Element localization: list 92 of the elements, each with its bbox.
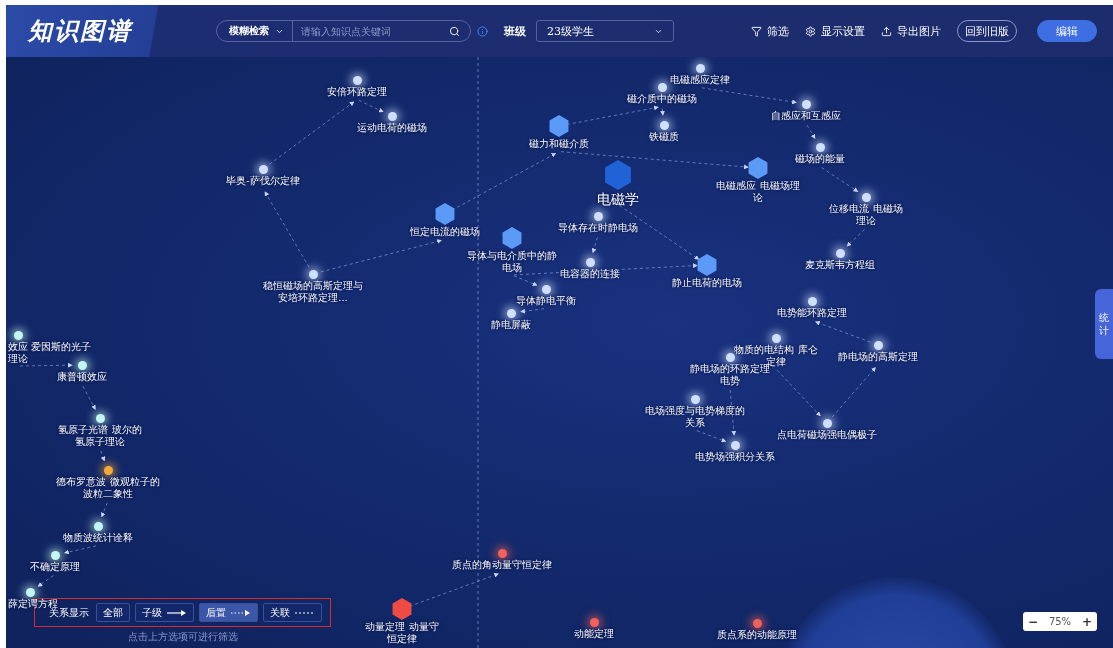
node-dot-icon[interactable]: [95, 413, 105, 423]
node-label: 自感应和互感应: [770, 110, 842, 122]
node-dot-icon[interactable]: [725, 352, 735, 362]
node-label: 铁磁质: [648, 131, 680, 143]
node-dot-icon[interactable]: [801, 99, 811, 109]
settings-icon: [805, 25, 816, 37]
zoom-level: 75%: [1048, 616, 1072, 627]
node-label: 质点的角动量守恒定律: [451, 559, 553, 571]
node-dot-icon[interactable]: [585, 257, 595, 267]
node-dot-icon[interactable]: [835, 248, 845, 258]
node-label: 物质波统计诠释: [62, 532, 134, 544]
statistics-tab[interactable]: 统计: [1095, 289, 1113, 359]
settings-button[interactable]: 显示设置: [805, 23, 865, 39]
node-label: 电磁感应定律: [669, 74, 731, 86]
node-label: 静电场的高斯定理: [837, 351, 919, 363]
node-label: 导体静电平衡: [515, 295, 577, 307]
node-label: 动能定理: [573, 628, 615, 640]
node-dot-icon[interactable]: [25, 587, 35, 597]
node-label: 毕奥-萨伐尔定律: [225, 175, 301, 187]
node-label: 动量定理 动量守恒定律: [364, 621, 440, 644]
upload-icon: [881, 25, 892, 37]
node-dot-icon[interactable]: [771, 333, 781, 343]
node-label: 电容器的连接: [559, 268, 621, 280]
node-label: 电场强度与电势梯度的关系: [644, 405, 746, 428]
node-dot-icon[interactable]: [258, 164, 268, 174]
node-label: 麦克斯韦方程组: [804, 259, 876, 271]
node-dot-icon[interactable]: [13, 330, 23, 340]
relation-option[interactable]: 子级: [135, 603, 194, 622]
node-dot-icon[interactable]: [506, 308, 516, 318]
filter-button[interactable]: 筛选: [751, 23, 789, 39]
node-dot-icon[interactable]: [497, 548, 507, 558]
node-dot-icon[interactable]: [822, 418, 832, 428]
node-label: 德布罗意波 微观粒子的波粒二象性: [56, 476, 160, 499]
node-dot-icon[interactable]: [589, 617, 599, 627]
node-label: 安倍环路定理: [326, 86, 388, 98]
node-dot-icon[interactable]: [657, 82, 667, 92]
node-label: 位移电流 电磁场理论: [828, 203, 904, 226]
node-label: 磁力和磁介质: [528, 138, 590, 150]
node-dot-icon[interactable]: [815, 142, 825, 152]
node-dot-icon[interactable]: [50, 550, 60, 560]
node-label: 康普顿效应: [56, 371, 108, 383]
node-label: 稳恒磁场的高斯定理与安培环路定理...: [262, 280, 364, 303]
relation-option[interactable]: 后置: [199, 603, 258, 622]
node-dot-icon[interactable]: [77, 360, 87, 370]
node-dot-icon[interactable]: [752, 618, 762, 628]
class-label: 班级: [504, 23, 526, 39]
search-icon[interactable]: [449, 25, 460, 37]
filter-hint: 点击上方选项可进行筛选: [126, 630, 239, 644]
node-label: 静电屏蔽: [490, 319, 532, 331]
node-dot-icon[interactable]: [690, 394, 700, 404]
node-dot-icon[interactable]: [103, 465, 113, 475]
node-dot-icon[interactable]: [93, 521, 103, 531]
relation-label: 关系显示: [49, 606, 89, 620]
solid-arrow-icon: [167, 608, 187, 617]
node-label: 电势能环路定理: [776, 307, 848, 319]
node-dot-icon[interactable]: [730, 440, 740, 450]
node-label: 静止电荷的电场: [671, 277, 743, 289]
node-label: 磁场的能量: [794, 153, 846, 165]
relation-option[interactable]: 关联: [263, 603, 322, 622]
node-dot-icon[interactable]: [541, 284, 551, 294]
node-dot-icon[interactable]: [387, 111, 397, 121]
node-dot-icon[interactable]: [352, 75, 362, 85]
node-label: 点电荷磁场强电偶极子: [776, 429, 878, 441]
zoom-in-button[interactable]: +: [1081, 614, 1092, 629]
node-dot-icon[interactable]: [593, 211, 603, 221]
node-dot-icon[interactable]: [807, 296, 817, 306]
info-icon[interactable]: [477, 25, 488, 37]
node-label: 运动电荷的磁场: [356, 122, 428, 134]
node-label: 恒定电流的磁场: [409, 226, 481, 238]
class-select[interactable]: 23级学生: [536, 20, 674, 42]
export-button[interactable]: 导出图片: [881, 23, 941, 39]
node-label: 电势场强积分关系: [694, 451, 776, 463]
node-label: 效应 爱因斯的光子理论: [8, 341, 93, 364]
zoom-out-button[interactable]: −: [1028, 614, 1039, 629]
funnel-icon: [751, 25, 762, 37]
node-label: 电磁学: [596, 191, 640, 208]
node-label: 电磁感应 电磁场理论: [715, 180, 801, 203]
node-label: 质点系的动能原理: [716, 629, 798, 641]
node-dot-icon[interactable]: [873, 340, 883, 350]
node-label: 导体与电介质中的静电场: [466, 250, 558, 273]
node-label: 不确定原理: [29, 561, 81, 573]
node-label: 磁介质中的磁场: [626, 93, 698, 105]
edit-button[interactable]: 编辑: [1037, 20, 1097, 42]
node-label: 导体存在时静电场: [557, 222, 639, 234]
dotted-arrow-icon: [231, 608, 251, 617]
node-dot-icon[interactable]: [695, 63, 705, 73]
node-label: 氢原子光谱 玻尔的氢原子理论: [57, 424, 143, 447]
relation-option[interactable]: 全部: [96, 603, 130, 622]
search-mode-dropdown[interactable]: 模糊检索: [217, 21, 293, 41]
node-dot-icon[interactable]: [659, 120, 669, 130]
node-dot-icon[interactable]: [308, 269, 318, 279]
node-dot-icon[interactable]: [861, 192, 871, 202]
